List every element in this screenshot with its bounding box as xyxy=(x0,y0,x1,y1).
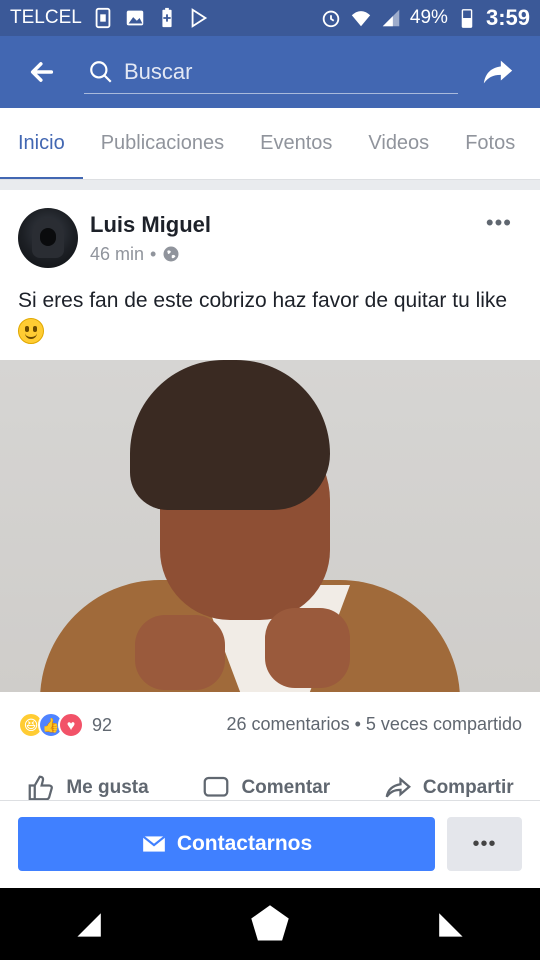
share-button[interactable] xyxy=(476,50,520,94)
post-time: 46 min xyxy=(90,243,145,264)
love-reaction-icon: ♥ xyxy=(58,712,84,738)
battery-percent: 49% xyxy=(409,7,448,28)
sim-icon xyxy=(92,7,114,29)
more-options-button[interactable]: ••• xyxy=(447,817,522,871)
nav-back-button[interactable] xyxy=(60,894,120,954)
post-header: Luis Miguel 46 min • xyxy=(18,208,211,268)
nav-home-icon xyxy=(251,905,289,941)
comments-count[interactable]: 26 comentarios xyxy=(227,714,350,734)
search-input[interactable] xyxy=(124,58,444,85)
play-store-icon xyxy=(188,7,210,29)
comment-icon xyxy=(204,776,229,797)
nav-recents-button[interactable] xyxy=(420,894,480,954)
nav-home-button[interactable] xyxy=(240,894,300,954)
app-bar xyxy=(0,36,540,108)
status-bar: TELCEL 49% 3:59 xyxy=(0,0,540,36)
comment-label: Comentar xyxy=(241,777,331,798)
tab-inicio[interactable]: Inicio xyxy=(0,108,83,179)
share-icon xyxy=(385,776,411,798)
carrier-label: TELCEL xyxy=(10,7,82,28)
counts-separator: • xyxy=(354,714,361,734)
envelope-icon xyxy=(142,835,166,852)
wifi-icon xyxy=(350,7,372,29)
contact-label: Contactarnos xyxy=(176,832,313,855)
page-tabs: Inicio Publicaciones Eventos Videos Foto… xyxy=(0,108,540,180)
reactions-count: 92 xyxy=(92,714,113,735)
battery-saver-icon xyxy=(156,7,178,29)
reactions-summary[interactable]: 😆 👍 ♥ 92 xyxy=(18,712,112,738)
alarm-icon xyxy=(320,7,342,29)
signal-icon xyxy=(380,7,402,29)
like-label: Me gusta xyxy=(66,777,149,798)
engagement-counts: 26 comentarios • 5 veces compartido xyxy=(227,714,523,735)
tab-eventos[interactable]: Eventos xyxy=(242,108,350,179)
post-meta: 46 min • xyxy=(90,244,211,265)
clock: 3:59 xyxy=(485,5,530,30)
share-post-button[interactable]: Compartir xyxy=(383,773,514,803)
search-icon xyxy=(90,60,112,83)
like-button[interactable]: Me gusta xyxy=(26,773,149,803)
meta-separator: • xyxy=(150,243,157,264)
comment-button[interactable]: Comentar xyxy=(201,773,330,803)
shares-count[interactable]: 5 veces compartido xyxy=(366,714,522,734)
post-card: Luis Miguel 46 min • ••• Si eres fan de … xyxy=(0,190,540,803)
post-options-button[interactable]: ••• xyxy=(486,210,512,236)
search-box[interactable] xyxy=(84,50,458,94)
post-photo[interactable] xyxy=(0,360,540,692)
system-nav-bar xyxy=(0,888,540,960)
avatar[interactable] xyxy=(18,208,78,268)
tab-publicaciones[interactable]: Publicaciones xyxy=(83,108,242,179)
share-label: Compartir xyxy=(422,777,514,798)
battery-icon xyxy=(456,7,478,29)
tab-videos[interactable]: Videos xyxy=(350,108,447,179)
thumbs-up-icon xyxy=(28,775,54,801)
back-button[interactable] xyxy=(20,50,64,94)
image-icon xyxy=(124,7,146,29)
post-text: Si eres fan de este cobrizo haz favor de… xyxy=(18,285,518,349)
share-arrow-icon xyxy=(483,60,513,84)
arrow-left-icon xyxy=(30,62,54,82)
nav-back-icon xyxy=(77,913,101,937)
smile-emoji-icon xyxy=(18,318,44,344)
nav-recents-icon xyxy=(439,913,463,937)
globe-icon xyxy=(163,246,179,262)
cta-bar: Contactarnos ••• xyxy=(0,800,540,888)
author-name[interactable]: Luis Miguel xyxy=(90,212,211,238)
tab-fotos[interactable]: Fotos xyxy=(447,108,533,179)
contact-button[interactable]: Contactarnos xyxy=(18,817,435,871)
post-body: Si eres fan de este cobrizo haz favor de… xyxy=(18,289,508,312)
